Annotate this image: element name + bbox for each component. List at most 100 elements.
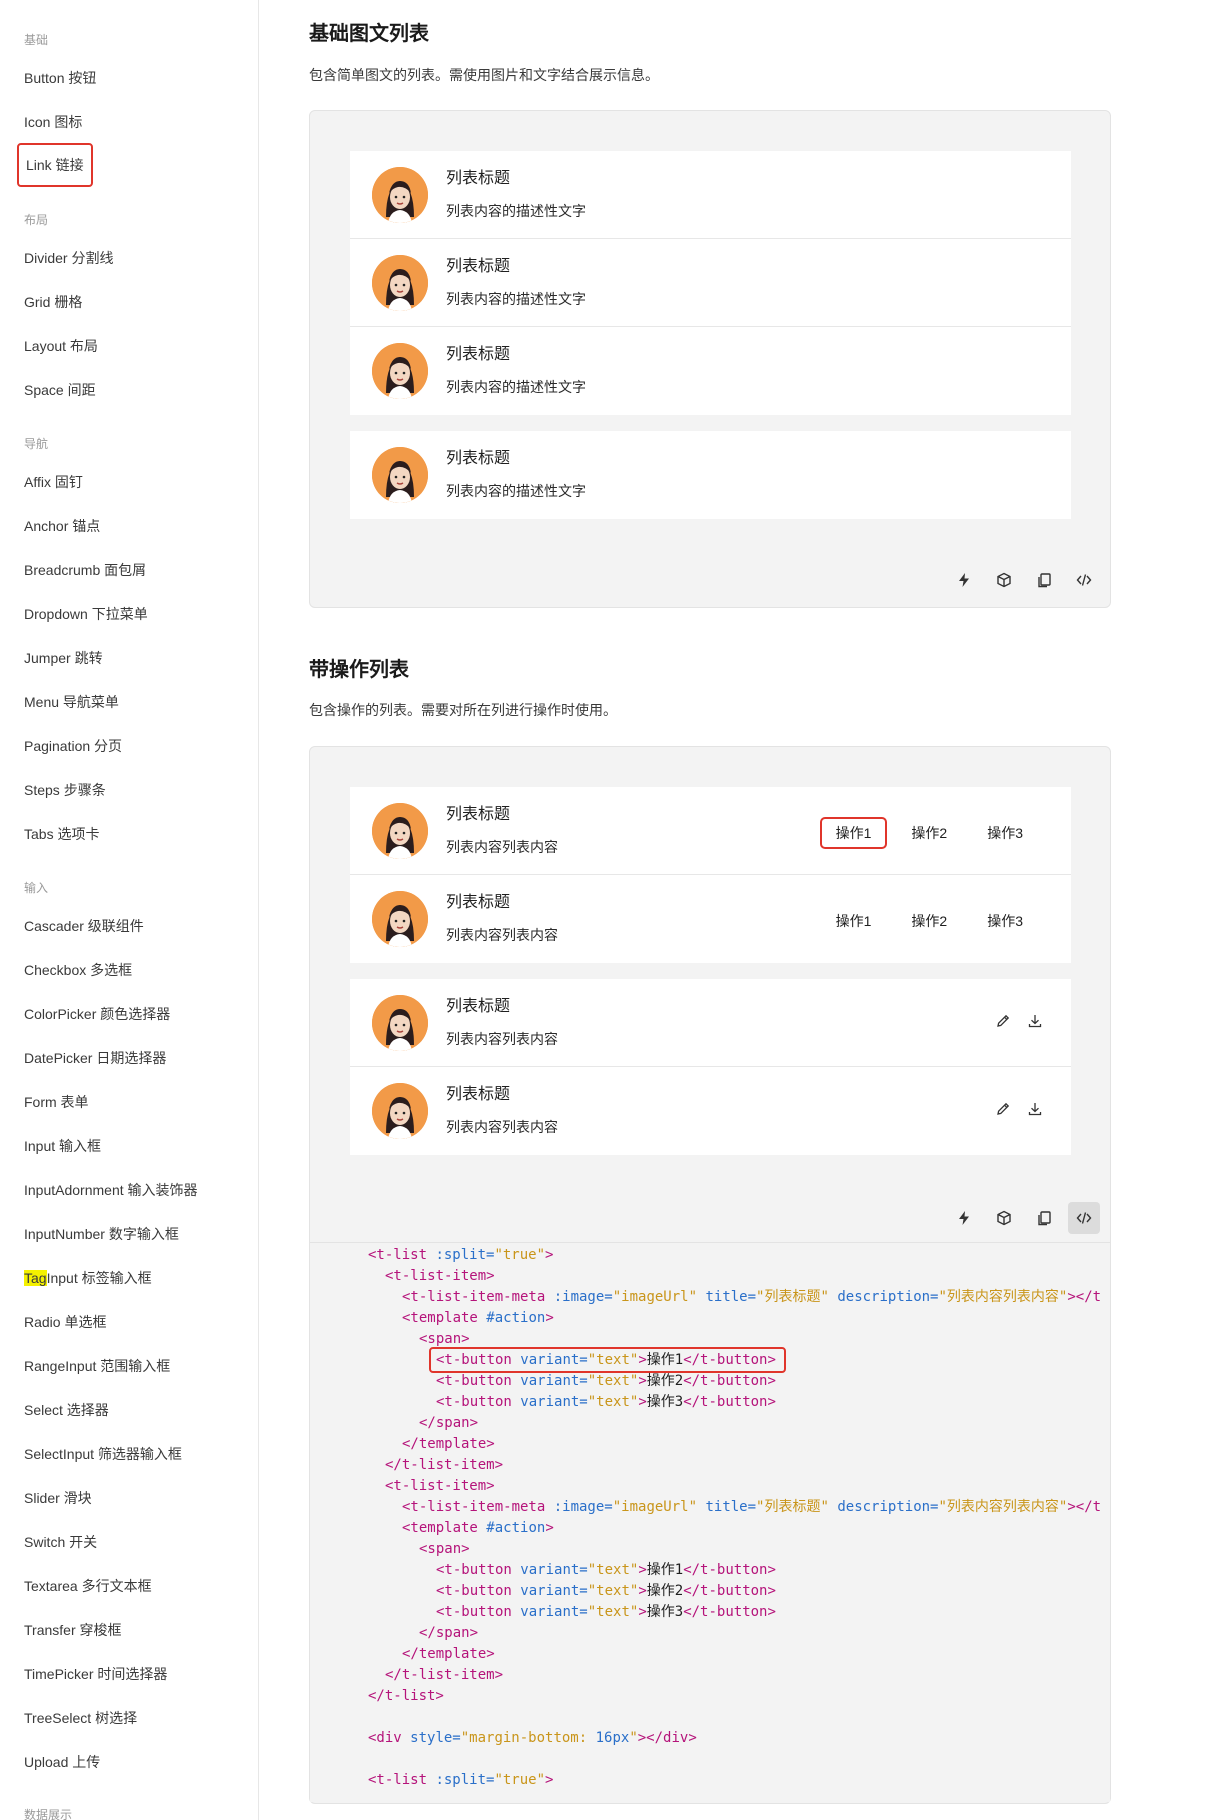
list-item: 列表标题 列表内容的描述性文字 (350, 239, 1071, 327)
list-item: 列表标题 列表内容的描述性文字 (350, 431, 1071, 519)
sidebar-item-taginput[interactable]: TagInput 标签输入框 (24, 1268, 152, 1288)
sidebar-item-breadcrumb[interactable]: Breadcrumb 面包屑 (24, 560, 146, 580)
code-line: <t-list :split="true"> (368, 1247, 554, 1263)
list-item-desc: 列表内容列表内容 (446, 927, 558, 943)
sidebar-item-textarea[interactable]: Textarea 多行文本框 (24, 1576, 152, 1596)
demo-panel-actions: 列表标题 列表内容列表内容 操作1 操作2 操作3 列表标题 列表内容列表内容 … (309, 746, 1111, 1804)
sidebar-item-steps[interactable]: Steps 步骤条 (24, 780, 106, 800)
list-item-title: 列表标题 (446, 346, 511, 363)
code-line: <span> (419, 1541, 470, 1557)
list-item-actions (995, 1013, 1043, 1029)
list-with-text-actions: 列表标题 列表内容列表内容 操作1 操作2 操作3 列表标题 列表内容列表内容 … (350, 787, 1071, 963)
sidebar-item-datepicker[interactable]: DatePicker 日期选择器 (24, 1048, 166, 1068)
list-item-desc: 列表内容列表内容 (446, 1031, 558, 1047)
download-icon[interactable] (1027, 1101, 1043, 1117)
lightning-icon[interactable] (948, 1202, 980, 1234)
avatar (372, 995, 428, 1051)
copy-icon[interactable] (1028, 1202, 1060, 1234)
sidebar-item-inputnumber[interactable]: InputNumber 数字输入框 (24, 1224, 179, 1244)
sidebar-group-input: 输入 (24, 881, 49, 895)
avatar (372, 447, 428, 503)
avatar (372, 1083, 428, 1139)
sidebar-item-cascader[interactable]: Cascader 级联组件 (24, 916, 144, 936)
list-item: 列表标题 列表内容列表内容 (350, 979, 1071, 1067)
sidebar-item-menu[interactable]: Menu 导航菜单 (24, 692, 119, 712)
sidebar-item-switch[interactable]: Switch 开关 (24, 1532, 97, 1552)
sidebar-item-inputadornment[interactable]: InputAdornment 输入装饰器 (24, 1180, 198, 1200)
download-icon[interactable] (1027, 1013, 1043, 1029)
sidebar-item-form[interactable]: Form 表单 (24, 1092, 89, 1112)
list-item: 列表标题 列表内容的描述性文字 (350, 151, 1071, 239)
code-line: <template #action> (402, 1520, 554, 1536)
cube-icon[interactable] (988, 564, 1020, 596)
sidebar-item-rangeinput[interactable]: RangeInput 范围输入框 (24, 1356, 170, 1376)
code-icon[interactable] (1068, 564, 1100, 596)
code-line: <t-button variant="text">操作3</t-button> (436, 1394, 776, 1410)
code-line: </t-list> (368, 1688, 444, 1704)
list-item-actions: 操作1 操作2 操作3 (820, 905, 1039, 937)
code-line: </t-list-item> (385, 1457, 504, 1473)
avatar (372, 343, 428, 399)
sidebar-item-anchor[interactable]: Anchor 锚点 (24, 516, 100, 536)
sidebar-item-icon[interactable]: Icon 图标 (24, 112, 82, 132)
list-item-actions: 操作1 操作2 操作3 (819, 817, 1039, 849)
code-line: </template> (402, 1436, 495, 1452)
list-item-title: 列表标题 (446, 450, 511, 467)
avatar (372, 891, 428, 947)
sidebar-item-transfer[interactable]: Transfer 穿梭框 (24, 1620, 122, 1640)
sidebar-item-selectinput[interactable]: SelectInput 筛选器输入框 (24, 1444, 182, 1464)
list-item-desc: 列表内容的描述性文字 (446, 291, 586, 307)
sidebar-item-space[interactable]: Space 间距 (24, 380, 96, 400)
sidebar-item-jumper[interactable]: Jumper 跳转 (24, 648, 103, 668)
code-line: <t-list-item-meta :image="imageUrl" titl… (402, 1289, 1102, 1305)
sidebar-item-dropdown[interactable]: Dropdown 下拉菜单 (24, 604, 148, 624)
edit-icon[interactable] (995, 1013, 1011, 1029)
sidebar-item-input[interactable]: Input 输入框 (24, 1136, 101, 1156)
sidebar-item-colorpicker[interactable]: ColorPicker 颜色选择器 (24, 1004, 170, 1024)
copy-icon[interactable] (1028, 564, 1060, 596)
sidebar-item-layout[interactable]: Layout 布局 (24, 336, 98, 356)
edit-icon[interactable] (995, 1101, 1011, 1117)
sidebar-item-pagination[interactable]: Pagination 分页 (24, 736, 122, 756)
sidebar-item-radio[interactable]: Radio 单选框 (24, 1312, 106, 1332)
sidebar-item-timepicker[interactable]: TimePicker 时间选择器 (24, 1664, 167, 1684)
code-icon[interactable] (1068, 1202, 1100, 1234)
list-item: 列表标题 列表内容列表内容 (350, 1067, 1071, 1155)
list-item-title: 列表标题 (446, 894, 511, 911)
sidebar-item-grid[interactable]: Grid 栅格 (24, 292, 82, 312)
sidebar-item-affix[interactable]: Affix 固钉 (24, 472, 83, 492)
avatar (372, 167, 428, 223)
sidebar-item-treeselect[interactable]: TreeSelect 树选择 (24, 1708, 137, 1728)
section-title-actions: 带操作列表 (309, 659, 409, 681)
cube-icon[interactable] (988, 1202, 1020, 1234)
sidebar-item-link[interactable]: Link 链接 (17, 143, 93, 187)
demo-toolbar (948, 1202, 1100, 1234)
code-line: <t-button variant="text">操作1</t-button> (436, 1562, 776, 1578)
action-2-button[interactable]: 操作2 (895, 905, 963, 937)
list-item-title: 列表标题 (446, 806, 511, 823)
code-line: </span> (419, 1625, 479, 1641)
action-1-button[interactable]: 操作1 (820, 905, 888, 937)
action-3-button[interactable]: 操作3 (971, 817, 1039, 849)
lightning-icon[interactable] (948, 564, 980, 596)
action-2-button[interactable]: 操作2 (895, 817, 963, 849)
list-item: 列表标题 列表内容列表内容 操作1 操作2 操作3 (350, 787, 1071, 875)
sidebar-group-layout: 布局 (24, 213, 49, 227)
action-3-button[interactable]: 操作3 (971, 905, 1039, 937)
sidebar-item-upload[interactable]: Upload 上传 (24, 1752, 100, 1772)
code-line: </template> (402, 1646, 495, 1662)
sidebar-item-select[interactable]: Select 选择器 (24, 1400, 109, 1420)
sidebar-item-checkbox[interactable]: Checkbox 多选框 (24, 960, 132, 980)
sidebar-item-slider[interactable]: Slider 滑块 (24, 1488, 92, 1508)
search-highlight: Tag (24, 1270, 47, 1286)
list-item-desc: 列表内容的描述性文字 (446, 483, 586, 499)
sidebar-item-button[interactable]: Button 按钮 (24, 68, 96, 88)
sidebar-item-tabs[interactable]: Tabs 选项卡 (24, 824, 99, 844)
list-item: 列表标题 列表内容列表内容 操作1 操作2 操作3 (350, 875, 1071, 963)
sidebar-item-label: Input 标签输入框 (46, 1270, 152, 1286)
code-line: </span> (419, 1415, 479, 1431)
sidebar-item-divider[interactable]: Divider 分割线 (24, 248, 113, 268)
action-1-button[interactable]: 操作1 (819, 817, 888, 849)
code-block[interactable]: <t-list :split="true"> <t-list-item> <t-… (310, 1242, 1110, 1802)
list-item-desc: 列表内容列表内容 (446, 1119, 558, 1135)
